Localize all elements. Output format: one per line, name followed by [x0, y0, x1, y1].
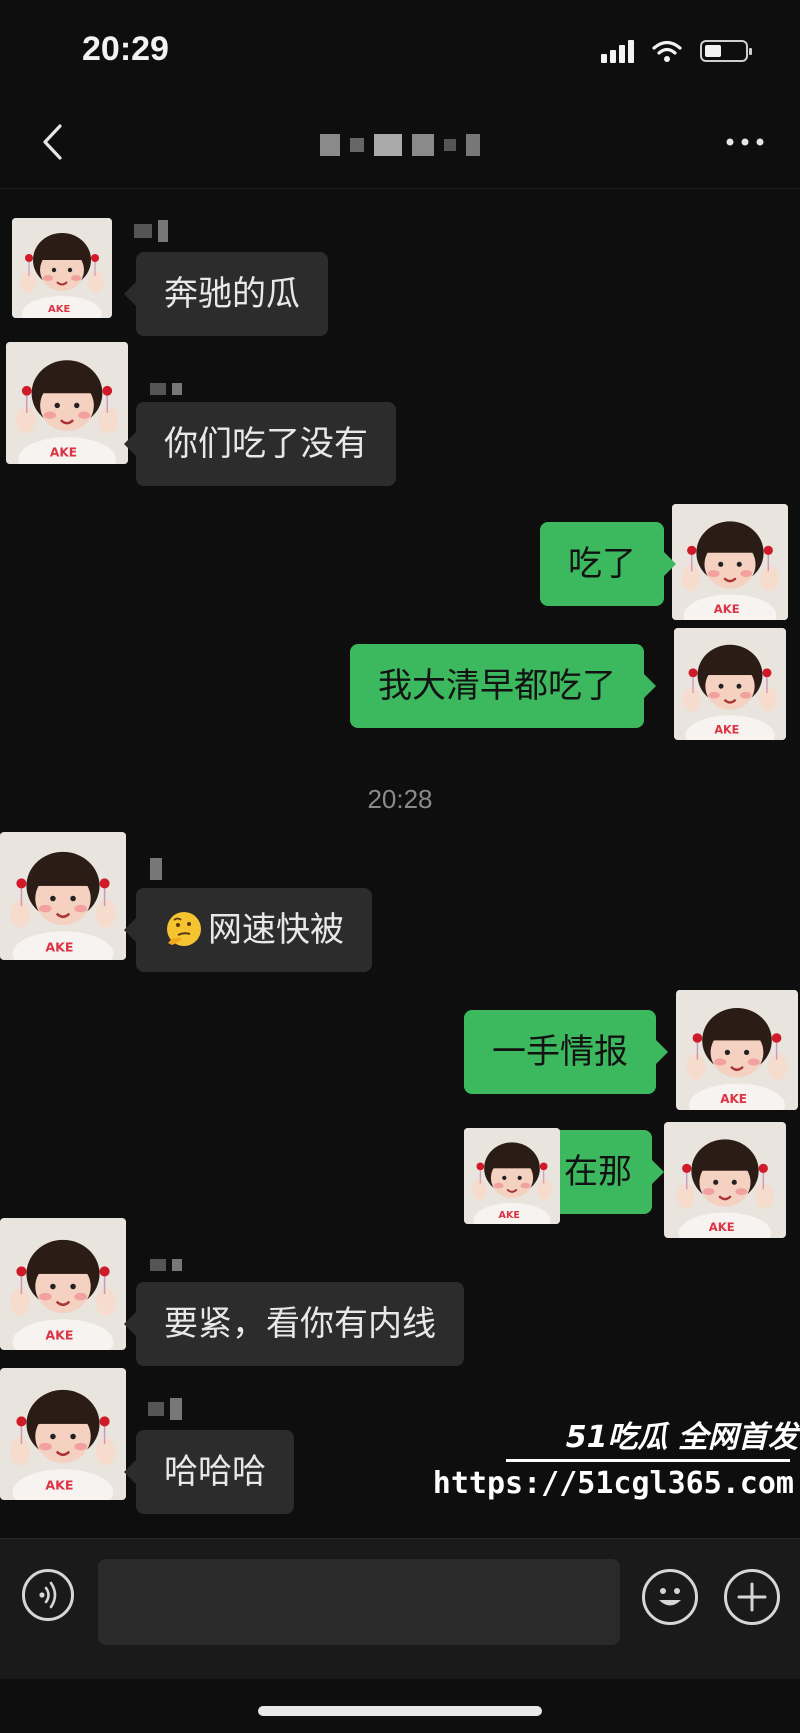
status-time: 20:29 [82, 30, 169, 68]
watermark-brand: 51吃瓜 全网首发 [565, 1420, 798, 1455]
message-bubble-incoming[interactable]: 奔驰的瓜 [124, 252, 328, 336]
more-button[interactable] [720, 124, 770, 160]
home-indicator[interactable] [258, 1706, 542, 1716]
signal-icon [601, 39, 634, 63]
emoji-button[interactable] [642, 1569, 698, 1625]
avatar[interactable] [12, 218, 112, 318]
voice-icon [39, 1581, 57, 1609]
watermark-divider [506, 1459, 790, 1462]
wifi-icon [652, 40, 682, 62]
sender-name-pixelated [150, 378, 182, 400]
nav-bar [0, 100, 800, 189]
chat-title-pixelated [320, 130, 480, 160]
sticker-image[interactable] [464, 1128, 560, 1224]
message-bubble-outgoing[interactable]: 我大清早都吃了 [350, 644, 656, 728]
avatar[interactable] [676, 990, 798, 1110]
plus-button[interactable] [724, 1569, 780, 1625]
sender-name-pixelated [148, 1398, 182, 1420]
status-bar: 20:29 [0, 0, 800, 100]
status-icons [601, 36, 752, 66]
avatar[interactable] [0, 832, 126, 960]
smiley-icon [659, 1588, 681, 1606]
watermark-url: https://51cgl365.com [432, 1466, 794, 1501]
more-dots-icon [726, 138, 764, 146]
sender-name-pixelated [150, 1254, 182, 1276]
thinking-face-emoji-icon [164, 909, 204, 949]
avatar[interactable] [674, 628, 786, 740]
sender-name-pixelated [150, 858, 162, 880]
avatar[interactable] [0, 1218, 126, 1350]
chevron-left-icon [43, 124, 62, 160]
message-input[interactable] [98, 1559, 620, 1645]
timestamp: 20:28 [367, 784, 433, 814]
plus-icon [737, 1582, 767, 1612]
voice-button[interactable] [22, 1569, 74, 1621]
message-bubble-incoming[interactable]: 要紧，看你有内线 [124, 1282, 464, 1366]
battery-icon [700, 40, 752, 62]
sender-name-pixelated [134, 220, 168, 242]
avatar[interactable] [672, 504, 788, 620]
avatar[interactable] [6, 342, 128, 464]
avatar[interactable] [0, 1368, 126, 1500]
message-bubble-outgoing[interactable]: 吃了 [540, 522, 676, 606]
watermark: 51吃瓜 全网首发 https://51cgl365.com [433, 1412, 798, 1512]
message-bubble-incoming[interactable]: 哈哈哈 [124, 1430, 294, 1514]
message-bubble-incoming[interactable]: 网速快被 [124, 888, 372, 972]
message-bubble-outgoing[interactable]: 一手情报 [464, 1010, 668, 1094]
back-button[interactable] [30, 120, 74, 164]
message-text: 网速快被 [208, 910, 344, 950]
chat-area: 奔驰的瓜 你们吃了没有 吃了 我大清早都吃了 20:28 网速快被 一手情报 在… [0, 188, 800, 1538]
input-bar [0, 1538, 800, 1679]
avatar[interactable] [664, 1122, 786, 1238]
message-bubble-incoming[interactable]: 你们吃了没有 [124, 402, 396, 486]
